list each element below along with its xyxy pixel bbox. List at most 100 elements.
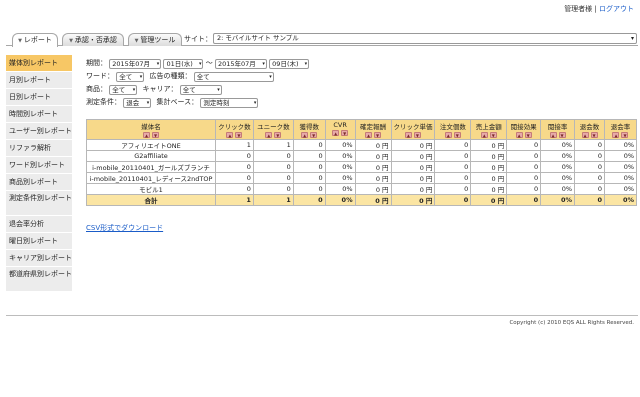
total-row: 合計 1 1 0 0% 0 円 0 円 0 0 円 0 0% 0 0%	[86, 194, 638, 206]
table-cell: 0 円	[470, 183, 508, 195]
sort-desc-icon[interactable]: ▼	[524, 132, 532, 138]
column-header: クリック単価 ▲ ▼	[390, 119, 436, 140]
ad-type-select[interactable]: 全て ▾	[193, 71, 274, 82]
word-select[interactable]: 全て ▾	[116, 71, 145, 82]
sidebar-item-prefecture-report[interactable]: 都道府県別レポート	[6, 267, 72, 292]
table-cell: 0	[434, 139, 472, 151]
carrier-select[interactable]: 全て ▾	[179, 84, 222, 95]
start-month-select[interactable]: 2015年07月 ▾	[109, 58, 162, 69]
sidebar-item-carrier-report[interactable]: キャリア別レポート	[6, 250, 72, 267]
sidebar-item-referrer-analysis[interactable]: リファラ解析	[6, 140, 72, 157]
sidebar-item-weekday-report[interactable]: 曜日別レポート	[6, 233, 72, 250]
sidebar-item-hourly-report[interactable]: 時間別レポート	[6, 106, 72, 123]
column-header-label: 注文個数	[439, 123, 466, 131]
tab-approval[interactable]: ▼ 承認・否承認	[62, 33, 124, 46]
column-header-label: 退会数	[579, 123, 600, 131]
sort-asc-icon[interactable]: ▲	[612, 132, 620, 138]
total-cell: 0	[506, 194, 542, 206]
table-cell: 0	[574, 150, 605, 162]
table-cell: 0 円	[470, 172, 508, 184]
sort-asc-icon[interactable]: ▲	[480, 132, 488, 138]
column-header-label: 閲接率	[547, 123, 568, 131]
start-day-select[interactable]: 01日(水) ▾	[163, 58, 204, 69]
table-cell: 0%	[540, 139, 576, 151]
sidebar-item-media-report[interactable]: 媒体別レポート	[6, 55, 72, 72]
condition-select[interactable]: 退会 ▾	[123, 97, 152, 108]
sidebar-item-word-report[interactable]: ワード別レポート	[6, 157, 72, 174]
site-select-value: 2: モバイルサイト サンプル	[217, 34, 299, 42]
table-cell: 0 円	[390, 183, 436, 195]
sort-desc-icon[interactable]: ▼	[558, 132, 566, 138]
sort-desc-icon[interactable]: ▼	[590, 132, 598, 138]
sidebar-item-monthly-report[interactable]: 月別レポート	[6, 72, 72, 89]
end-month-select[interactable]: 2015年07月 ▾	[214, 58, 267, 69]
sort-desc-icon[interactable]: ▼	[489, 132, 497, 138]
table-cell: 0%	[603, 161, 638, 173]
table-cell: 0	[252, 183, 294, 195]
sort-desc-icon[interactable]: ▼	[235, 132, 243, 138]
chevron-down-icon: ▾	[146, 99, 150, 106]
total-cell: 1	[252, 194, 294, 206]
sort-desc-icon[interactable]: ▼	[413, 132, 421, 138]
sidebar-item-daily-report[interactable]: 日別レポート	[6, 89, 72, 106]
sort-asc-icon[interactable]: ▲	[549, 132, 557, 138]
sort-asc-icon[interactable]: ▲	[265, 132, 273, 138]
sort-asc-icon[interactable]: ▲	[404, 132, 412, 138]
end-day-value: 09日(木)	[272, 59, 299, 68]
product-select[interactable]: 全て ▾	[109, 84, 138, 95]
table-cell: 0	[434, 183, 472, 195]
table-cell: 0	[252, 172, 294, 184]
sort-desc-icon[interactable]: ▼	[274, 132, 282, 138]
chevron-down-icon: ▼	[18, 38, 22, 44]
table-cell: 0	[506, 150, 542, 162]
table-cell: 0%	[603, 139, 638, 151]
chevron-down-icon: ▾	[269, 73, 272, 80]
column-header: 閲接効果 ▲ ▼	[506, 119, 542, 140]
site-select[interactable]: 2: モバイルサイト サンプル ▾	[213, 33, 637, 44]
start-day-value: 01日(水)	[166, 59, 193, 68]
total-label-cell: 合計	[86, 194, 216, 206]
table-row: モビル1 0 0 0 0% 0 円 0 円 0 0 円 0 0% 0 0%	[86, 183, 638, 195]
aggregation-base-select[interactable]: 測定時刻 ▾	[200, 97, 259, 108]
tab-report-label: レポート	[23, 36, 52, 44]
table-cell: 0	[506, 183, 542, 195]
chevron-down-icon: ▾	[630, 35, 634, 42]
tab-admin-tools[interactable]: ▼ 管理ツール	[128, 33, 182, 46]
tab-approval-label: 承認・否承認	[74, 36, 117, 44]
sort-desc-icon[interactable]: ▼	[151, 132, 159, 138]
sort-asc-icon[interactable]: ▲	[581, 132, 589, 138]
sort-desc-icon[interactable]: ▼	[374, 132, 382, 138]
sort-desc-icon[interactable]: ▼	[310, 132, 318, 138]
table-cell: 0	[214, 172, 254, 184]
end-day-select[interactable]: 09日(木) ▾	[269, 58, 310, 69]
sort-asc-icon[interactable]: ▲	[301, 132, 309, 138]
sidebar-item-product-report[interactable]: 商品別レポート	[6, 174, 72, 191]
table-cell: 0	[506, 161, 542, 173]
table-cell: 0 円	[390, 172, 436, 184]
table-cell: 0%	[324, 150, 356, 162]
total-cell: 0 円	[470, 194, 508, 206]
total-cell: 0%	[540, 194, 576, 206]
logout-link[interactable]: ログアウト	[599, 5, 634, 13]
sidebar-item-withdrawal-analysis[interactable]: 退会率分析	[6, 216, 72, 233]
media-name-cell: i-mobile_20110401_ガールズブランチ	[86, 161, 216, 173]
sort-desc-icon[interactable]: ▼	[621, 132, 629, 138]
table-cell: 0	[574, 183, 605, 195]
sort-desc-icon[interactable]: ▼	[341, 130, 349, 136]
sidebar-item-condition-report[interactable]: 測定条件別レポート	[6, 191, 72, 216]
range-separator: ～	[205, 59, 213, 67]
table-cell: 0 円	[354, 161, 392, 173]
sort-asc-icon[interactable]: ▲	[515, 132, 523, 138]
sort-asc-icon[interactable]: ▲	[226, 132, 234, 138]
table-cell: 0%	[540, 183, 576, 195]
aggregation-base-label: 集計ベース：	[156, 98, 199, 106]
sort-asc-icon[interactable]: ▲	[365, 132, 373, 138]
sort-asc-icon[interactable]: ▲	[142, 132, 150, 138]
tab-report[interactable]: ▼ レポート	[12, 33, 58, 47]
csv-download-link[interactable]: CSV形式でダウンロード	[86, 223, 163, 233]
sort-asc-icon[interactable]: ▲	[444, 132, 452, 138]
sort-desc-icon[interactable]: ▼	[453, 132, 461, 138]
sidebar-item-user-report[interactable]: ユーザー別レポート	[6, 123, 72, 140]
media-name-cell: i-mobile_20110401_レディース2ndTOP	[86, 172, 216, 184]
sort-asc-icon[interactable]: ▲	[332, 130, 340, 136]
